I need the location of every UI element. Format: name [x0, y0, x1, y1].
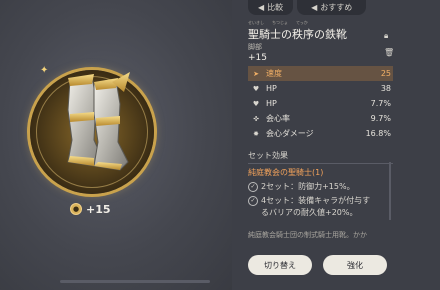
relic-description: 純庭教会騎士団の制式騎士用靴。かか — [248, 231, 367, 239]
tab-compare[interactable]: ◀ 比較 — [248, 0, 294, 15]
set-effect-section: セット効果 純庭教会の聖騎士(1) ✓ 2セット：防御力+15%。 ✓ 4セット… — [248, 150, 393, 221]
stat-value: 38 — [380, 84, 391, 93]
sub-stat-row: ✜ 会心率 9.7% — [248, 111, 393, 126]
set-check-icon: ✓ — [248, 196, 258, 206]
trash-icon[interactable]: 🗑︎ — [384, 48, 394, 57]
vertical-scrollbar[interactable] — [389, 162, 391, 220]
main-stat-row: ➤ 速度 25 — [248, 66, 393, 81]
relic-slot: 脚部 — [248, 43, 262, 51]
stat-name: HP — [266, 99, 277, 108]
tab-recommended[interactable]: ◀ おすすめ — [297, 0, 367, 15]
sub-stat-row: ♥ HP 7.7% — [248, 96, 393, 111]
relic-detail-panel: ◀ 比較 ◀ おすすめ せいきし ちつじょ てっか 聖騎士の秩序の鉄靴 🔒︎ 🗑… — [240, 0, 440, 290]
coin-icon: ● — [70, 203, 82, 215]
switch-button[interactable]: 切り替え — [248, 255, 312, 275]
set-check-icon: ✓ — [248, 182, 258, 192]
sub-stat-row: ✸ 会心ダメージ 16.8% — [248, 126, 393, 141]
stat-name: 会心ダメージ — [266, 129, 314, 138]
tab-bar: ◀ 比較 ◀ おすすめ — [248, 0, 367, 15]
heart-icon: ♥ — [252, 84, 260, 93]
lock-icon[interactable]: 🔒︎ — [384, 31, 388, 41]
crit-dmg-icon: ✸ — [253, 129, 259, 138]
relic-level: +15 — [248, 53, 267, 63]
relic-preview-panel: ✦ ✦ ● +15 — [0, 0, 232, 290]
sub-stat-row: ♥ HP 38 — [248, 81, 393, 96]
relic-level-badge: ● +15 — [70, 201, 111, 217]
tab-recommended-label: おすすめ — [320, 3, 353, 12]
relic-title: せいきし ちつじょ てっか 聖騎士の秩序の鉄靴 — [248, 20, 398, 42]
horizontal-scrollbar[interactable] — [60, 280, 210, 283]
stat-value: 25 — [380, 69, 391, 78]
set-effect-4pc-line1: 4セット：装備キャラが付与す — [261, 196, 371, 205]
set-effect-4pc-line2: るバリアの耐久値+20%。 — [261, 208, 358, 217]
set-effect-4pc-text: 4セット：装備キャラが付与す るバリアの耐久値+20%。 — [261, 195, 370, 219]
back-arrow-icon: ◀ — [258, 3, 265, 12]
relic-boots-image — [67, 72, 130, 171]
set-effect-title: セット効果 — [248, 150, 393, 164]
relic-name: 聖騎士の秩序の鉄靴 — [248, 28, 347, 41]
stat-name: 会心率 — [266, 114, 290, 123]
stat-name: HP — [266, 84, 277, 93]
speed-icon: ➤ — [253, 69, 259, 78]
set-effect-2pc-text: 2セット：防御力+15%。 — [261, 182, 355, 191]
sparkle-icon: ✦ — [40, 65, 49, 76]
stat-name: 速度 — [266, 69, 282, 78]
tab-compare-label: 比較 — [267, 3, 284, 12]
stat-value: 9.7% — [370, 114, 391, 123]
heart-icon: ♥ — [252, 99, 260, 108]
crit-rate-icon: ✜ — [253, 114, 259, 123]
set-name: 純庭教会の聖騎士(1) — [248, 168, 324, 177]
relic-level-badge-text: +15 — [86, 202, 111, 216]
stat-list: ➤ 速度 25 ♥ HP 38 ♥ HP 7.7% ✜ 会心率 9.7% ✸ 会… — [248, 66, 393, 141]
stat-value: 16.8% — [365, 129, 391, 138]
back-arrow-icon: ◀ — [311, 3, 318, 12]
stat-value: 7.7% — [370, 99, 391, 108]
set-effect-4pc: ✓ 4セット：装備キャラが付与す るバリアの耐久値+20%。 — [248, 195, 393, 219]
set-effect-2pc: ✓ 2セット：防御力+15%。 — [248, 181, 393, 193]
enhance-button[interactable]: 強化 — [323, 255, 387, 275]
